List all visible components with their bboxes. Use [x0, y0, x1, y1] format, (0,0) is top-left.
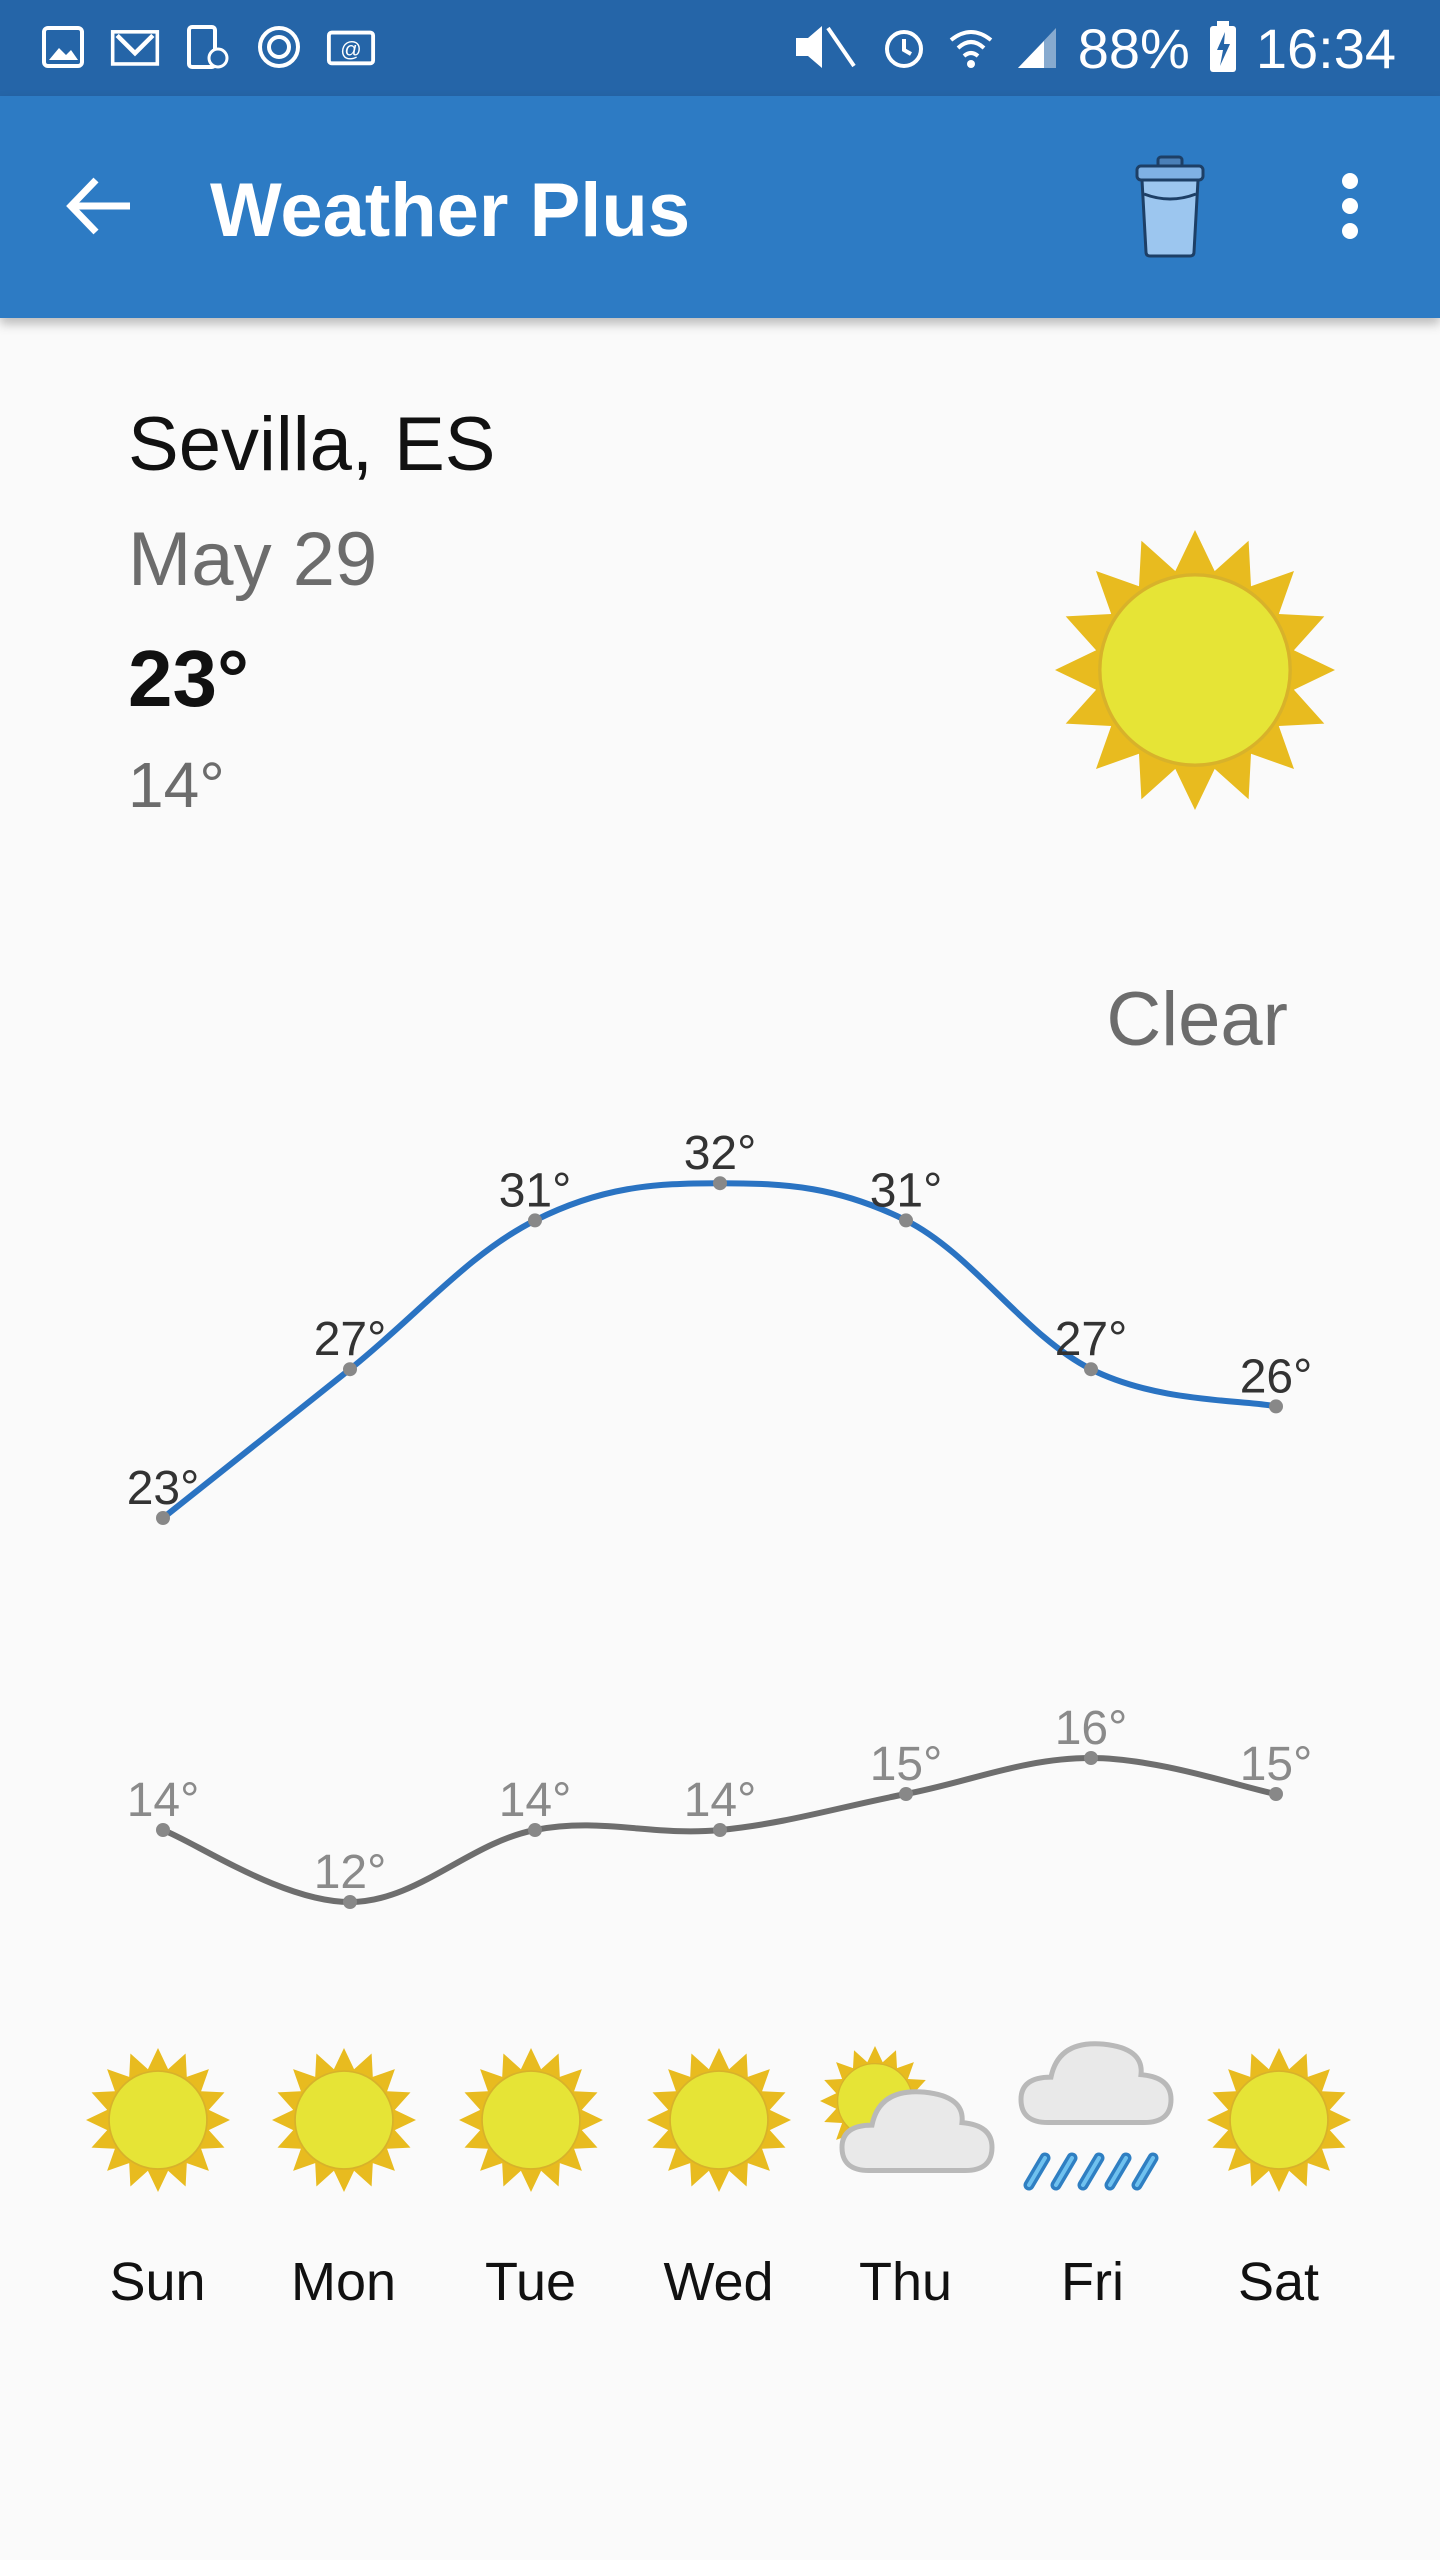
sun-icon	[1185, 2040, 1372, 2200]
forecast-day[interactable]: Tue	[437, 2040, 624, 2340]
high-temp-label: 31°	[499, 1164, 572, 1217]
more-vert-icon	[1342, 173, 1358, 239]
current-date: May 29	[128, 517, 378, 602]
current-low-temp: 14°	[128, 749, 225, 821]
high-temp-label: 26°	[1240, 1350, 1313, 1403]
weather-condition: Clear	[1106, 977, 1288, 1062]
sun-icon	[437, 2040, 624, 2200]
signal-icon	[1014, 22, 1060, 77]
low-temp-label: 16°	[1055, 1702, 1128, 1755]
forecast-row: Sun Mon Tue Wed Thu Fri Sat	[0, 2040, 1440, 2340]
low-temp-label: 14°	[127, 1774, 200, 1827]
wifi-icon	[946, 22, 996, 77]
forecast-day[interactable]: Thu	[812, 2040, 999, 2340]
trash-icon	[1135, 155, 1205, 258]
high-temp-label: 31°	[870, 1164, 943, 1217]
sync-icon	[254, 22, 304, 72]
low-temp-label: 14°	[499, 1774, 572, 1827]
email-at-icon: @	[326, 22, 376, 72]
system-status: 88% 16:34	[790, 14, 1396, 84]
status-bar: @ 88% 16:34	[0, 0, 1440, 96]
high-temp-label: 27°	[1055, 1313, 1128, 1366]
sun-icon	[1055, 530, 1335, 810]
sun-icon	[64, 2040, 251, 2200]
forecast-day-label: Mon	[290, 2252, 397, 2312]
app-title: Weather Plus	[210, 168, 691, 253]
forecast-day-label: Sun	[109, 2252, 206, 2312]
alarm-icon	[880, 22, 928, 77]
forecast-day[interactable]: Wed	[625, 2040, 812, 2340]
app-bar: Weather Plus	[0, 96, 1440, 318]
battery-icon	[1208, 20, 1238, 79]
device-icon	[182, 22, 232, 72]
more-options-button[interactable]	[1310, 156, 1390, 256]
notification-icons: @	[38, 22, 376, 72]
svg-text:@: @	[340, 39, 361, 62]
sun-icon	[625, 2040, 812, 2200]
forecast-day-label: Thu	[858, 2252, 953, 2312]
battery-percent: 88%	[1077, 17, 1190, 80]
sun-icon	[250, 2040, 437, 2200]
forecast-day-label: Tue	[484, 2252, 577, 2312]
high-temp-label: 32°	[684, 1127, 757, 1180]
partly-cloudy-icon	[812, 2040, 999, 2200]
high-temp-label: 27°	[314, 1313, 387, 1366]
low-temp-label: 12°	[314, 1846, 387, 1899]
back-button[interactable]	[50, 156, 150, 256]
forecast-day[interactable]: Sat	[1185, 2040, 1372, 2340]
arrow-left-icon	[66, 177, 130, 235]
current-high-temp: 23°	[128, 634, 249, 723]
mail-icon	[110, 22, 160, 72]
low-temp-label: 15°	[1240, 1738, 1313, 1791]
delete-button[interactable]	[1120, 148, 1220, 264]
forecast-day-label: Wed	[663, 2252, 774, 2312]
mute-icon	[790, 22, 862, 77]
forecast-day-label: Sat	[1237, 2252, 1320, 2312]
forecast-day-label: Fri	[1061, 2252, 1124, 2312]
clock: 16:34	[1255, 17, 1396, 80]
gallery-icon	[38, 22, 88, 72]
high-temp-label: 23°	[127, 1462, 200, 1515]
rain-icon	[999, 2040, 1186, 2200]
low-temp-label: 15°	[870, 1738, 943, 1791]
temperature-chart: 23° 27° 31° 32° 31° 27° 26° 14° 12° 14° 14° 15° 16° 1…	[127, 1127, 1313, 1909]
forecast-day[interactable]: Fri	[999, 2040, 1186, 2340]
forecast-day[interactable]: Mon	[250, 2040, 437, 2340]
city-name: Sevilla, ES	[128, 402, 496, 487]
low-temp-label: 14°	[684, 1774, 757, 1827]
forecast-day[interactable]: Sun	[64, 2040, 251, 2340]
